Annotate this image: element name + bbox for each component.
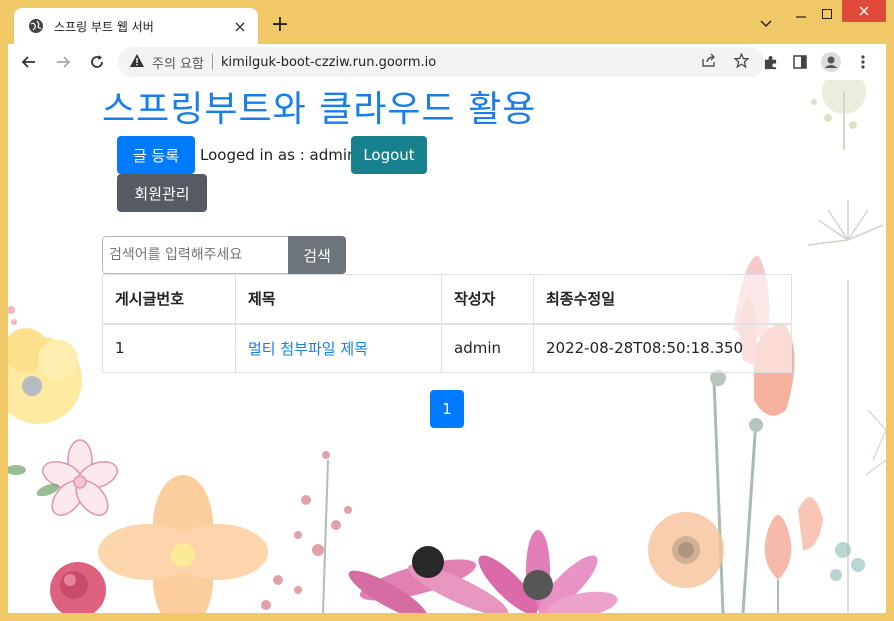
side-panel-icon[interactable]	[787, 50, 813, 74]
table-row: 1 멀티 첨부파일 제목 admin 2022-08-28T08:50:18.3…	[102, 323, 792, 373]
browser-toolbar: 주의 요함 kimilguk-boot-czziw.run.goorm.io	[8, 44, 886, 80]
login-status-text: Looged in as : admin	[200, 146, 357, 164]
window-close-button[interactable]	[842, 0, 886, 22]
globe-icon	[29, 19, 43, 33]
reload-icon[interactable]	[84, 49, 110, 75]
divider	[211, 54, 213, 70]
post-modified-date-cell: 2022-08-28T08:50:18.350	[533, 323, 792, 373]
page-content: 스프링부트와 클라우드 활용 글 등록 Looged in as : admin…	[8, 80, 886, 613]
back-arrow-icon[interactable]	[16, 49, 42, 75]
column-header-title: 제목	[235, 274, 442, 325]
column-header-author: 작성자	[441, 274, 534, 325]
profile-avatar-icon[interactable]	[818, 50, 844, 74]
post-number-cell: 1	[102, 323, 236, 373]
share-icon[interactable]	[698, 53, 720, 71]
address-bar[interactable]: 주의 요함 kimilguk-boot-czziw.run.goorm.io	[118, 47, 764, 77]
page-title: 스프링부트와 클라우드 활용	[102, 89, 537, 130]
search-input[interactable]	[102, 236, 290, 274]
column-header-post-number: 게시글번호	[102, 274, 236, 325]
logout-button[interactable]: Logout	[351, 136, 427, 174]
member-management-button[interactable]: 회원관리	[117, 174, 207, 212]
browser-tab[interactable]: 스프링 부트 웹 서버 ×	[14, 8, 258, 44]
url-text[interactable]: kimilguk-boot-czziw.run.goorm.io	[221, 55, 688, 70]
tab-title: 스프링 부트 웹 서버	[54, 19, 154, 34]
bookmark-star-icon[interactable]	[730, 51, 752, 72]
search-button[interactable]: 검색	[288, 236, 346, 274]
new-tab-button[interactable]: +	[268, 12, 292, 38]
forward-arrow-icon[interactable]	[50, 49, 76, 75]
extensions-puzzle-icon[interactable]	[757, 50, 783, 74]
post-author-cell: admin	[441, 323, 534, 373]
tab-search-chevron-icon[interactable]	[752, 10, 780, 38]
minimize-button[interactable]	[790, 0, 812, 28]
post-title-link[interactable]: 멀티 첨부파일 제목	[248, 340, 368, 358]
post-table: 게시글번호 제목 작성자 최종수정일 1 멀티 첨부파일 제목 admin 20…	[102, 274, 792, 373]
register-post-button[interactable]: 글 등록	[117, 136, 195, 174]
more-menu-icon[interactable]	[850, 50, 876, 74]
security-label[interactable]: 주의 요함	[152, 53, 204, 72]
table-header-row: 게시글번호 제목 작성자 최종수정일	[102, 274, 792, 325]
post-title-cell: 멀티 첨부파일 제목	[235, 323, 442, 373]
warning-icon	[130, 53, 144, 71]
column-header-modified-date: 최종수정일	[533, 274, 792, 325]
maximize-button[interactable]	[816, 0, 838, 28]
pagination-page-1[interactable]: 1	[430, 390, 464, 428]
tab-close-icon[interactable]: ×	[232, 17, 248, 36]
